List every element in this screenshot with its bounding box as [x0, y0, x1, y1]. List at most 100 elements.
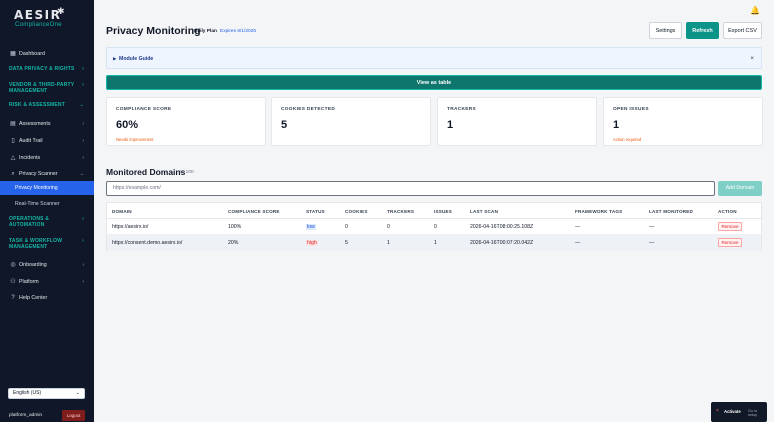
module-guide-label: Module Guide: [119, 56, 154, 62]
cell-trackers: 1: [387, 240, 390, 246]
sidebar-item-label: Privacy Scanner: [19, 171, 58, 177]
chevron-icon: ›: [82, 66, 84, 72]
stat-card: COMPLIANCE SCORE 60% Needs improvement: [106, 97, 266, 146]
cell-domain: https://aesirx.io/: [112, 224, 149, 230]
stat-label: OPEN ISSUES: [613, 107, 649, 112]
document-icon: ▯: [11, 138, 15, 144]
column-header: COMPLIANCE SCORE: [228, 209, 280, 214]
add-domain-button[interactable]: Add Domain: [718, 181, 762, 196]
column-header: LAST SCAN: [470, 209, 499, 214]
table-row: https://consent.demo.aesirx.io/20% high 5 1…: [107, 235, 761, 251]
sidebar-item-audit-trail[interactable]: ▯ Audit Trail ›: [0, 134, 94, 148]
sidebar-item-label: Real-Time Scanner: [15, 201, 60, 207]
sidebar-item-dashboard[interactable]: ▦ Dashboard: [0, 47, 94, 61]
sidebar-section-label: OPERATIONS & AUTOMATION: [9, 216, 50, 228]
stat-card: COOKIES DETECTED 5: [271, 97, 431, 146]
sidebar-item-label: Audit Trail: [19, 138, 43, 144]
cell-score: 20%: [228, 240, 239, 246]
chevron-icon: ›: [82, 238, 84, 244]
stat-label: TRACKERS: [447, 107, 477, 112]
plan-badge: Daily Plan: [194, 29, 217, 34]
remove-button[interactable]: Remove: [718, 238, 742, 247]
domain-count: 2 / 100: [179, 170, 194, 175]
sidebar-section-label: VENDOR & THIRD-PARTY MANAGEMENT: [9, 82, 75, 94]
column-header: ACTION: [718, 209, 737, 214]
status-badge: low: [306, 224, 316, 230]
logout-button[interactable]: Logout: [62, 410, 85, 421]
module-guide[interactable]: ▶ Module Guide ×: [106, 47, 762, 69]
cell-cookies: 5: [345, 240, 348, 246]
close-icon[interactable]: ×: [750, 55, 754, 62]
chevron-icon: ›: [82, 155, 84, 161]
chevron-icon: ›: [82, 262, 84, 268]
export-csv-button[interactable]: Export CSV: [723, 22, 762, 39]
sidebar-item-platform[interactable]: ⚇ Platform ›: [0, 275, 94, 289]
sidebar: AESIR ✱ ComplianceOne ▦ Dashboard DATA PRI…: [0, 0, 94, 422]
chevron-icon: ⌄: [79, 102, 84, 108]
grid-icon: ▦: [10, 51, 16, 57]
sidebar-section-label: TASK & WORKFLOW MANAGEMENT: [9, 238, 63, 250]
column-header: STATUS: [306, 209, 325, 214]
column-header: ISSUES: [434, 209, 453, 214]
sidebar-item-label: Platform: [19, 279, 39, 285]
cell-issues: 0: [434, 224, 437, 230]
monitored-domains-title: Monitored Domains: [106, 167, 186, 177]
language-select[interactable]: English (US) ⌄: [8, 388, 85, 399]
stat-value: 60%: [116, 119, 139, 131]
domain-url-input[interactable]: https://example.com/: [106, 181, 715, 196]
cell-last-monitored: —: [649, 240, 655, 246]
remove-button[interactable]: Remove: [718, 222, 742, 231]
brand-mark-icon: ✱: [57, 6, 65, 16]
sidebar-item-privacy-monitoring[interactable]: Privacy Monitoring: [0, 181, 94, 195]
view-as-table-button[interactable]: View as table: [106, 75, 762, 90]
sidebar-section-label: RISK & ASSESSMENT: [9, 102, 66, 108]
plan-expiry: Expires 6/1/2026: [220, 29, 257, 34]
sidebar-item-incidents[interactable]: △ Incidents ›: [0, 151, 94, 165]
sidebar-item-label: Help Center: [19, 295, 48, 301]
brand-logo[interactable]: AESIR ✱ ComplianceOne: [14, 6, 84, 30]
sidebar-item-label: Privacy Monitoring: [15, 185, 58, 191]
username: platform_admin: [9, 413, 43, 418]
table-header: DOMAIN COMPLIANCE SCORE STATUS COOKIES TRACK…: [107, 203, 763, 219]
search-icon: ⌕: [11, 171, 15, 177]
column-header: FRAMEWORK TAGS: [575, 209, 623, 214]
brand-product: ComplianceOne: [15, 22, 62, 28]
cell-score: 100%: [228, 224, 242, 230]
chevron-icon: ›: [82, 82, 84, 88]
cell-tags: —: [575, 224, 581, 230]
cell-last-scan: 2026-04-16T08:00:25.108Z: [470, 224, 534, 230]
help-icon: ?: [11, 295, 15, 301]
sidebar-item-onboarding[interactable]: ◎ Onboarding ›: [0, 258, 94, 272]
stat-note: Needs improvement: [116, 137, 154, 142]
cell-trackers: 0: [387, 224, 390, 230]
page-title: Privacy Monitoring: [106, 25, 201, 37]
domains-table: DOMAIN COMPLIANCE SCORE STATUS COOKIES TRACK…: [106, 202, 763, 251]
cell-last-monitored: —: [649, 224, 655, 230]
caret-right-icon: ▶: [113, 56, 117, 61]
sidebar-section-label: DATA PRIVACY & RIGHTS: [9, 66, 75, 72]
refresh-button[interactable]: Refresh: [686, 22, 719, 39]
toast-subtitle: Go to setup: [748, 409, 758, 417]
sidebar-item-label: Incidents: [19, 155, 41, 161]
sidebar-item-privacy-scanner[interactable]: ⌕ Privacy Scanner ⌄: [0, 167, 94, 181]
chevron-icon: ›: [82, 138, 84, 144]
sidebar-item-real-time-scanner[interactable]: Real-Time Scanner: [0, 197, 94, 211]
chevron-icon: ⌄: [79, 171, 84, 177]
activation-toast: × Activate Go to setup: [711, 402, 767, 422]
clipboard-icon: ▤: [10, 121, 16, 127]
stat-value: 5: [281, 119, 288, 131]
column-header: COOKIES: [345, 209, 368, 214]
cell-tags: —: [575, 240, 581, 246]
close-icon[interactable]: ×: [716, 408, 719, 414]
settings-button[interactable]: Settings: [649, 22, 682, 39]
bell-icon[interactable]: 🔔: [750, 6, 760, 16]
sidebar-item-assessments[interactable]: ▤ Assessments ›: [0, 117, 94, 131]
stat-value: 1: [613, 119, 620, 131]
sidebar-item-help-center[interactable]: ? Help Center: [0, 291, 94, 305]
column-header: LAST MONITORED: [649, 209, 694, 214]
cell-domain: https://consent.demo.aesirx.io/: [112, 240, 183, 246]
cell-cookies: 0: [345, 224, 348, 230]
sidebar-item-label: Dashboard: [19, 51, 45, 57]
table-row: https://aesirx.io/100% low 0 0 0 2026-04-16T0…: [107, 219, 761, 235]
activate-link[interactable]: Activate: [724, 409, 741, 414]
